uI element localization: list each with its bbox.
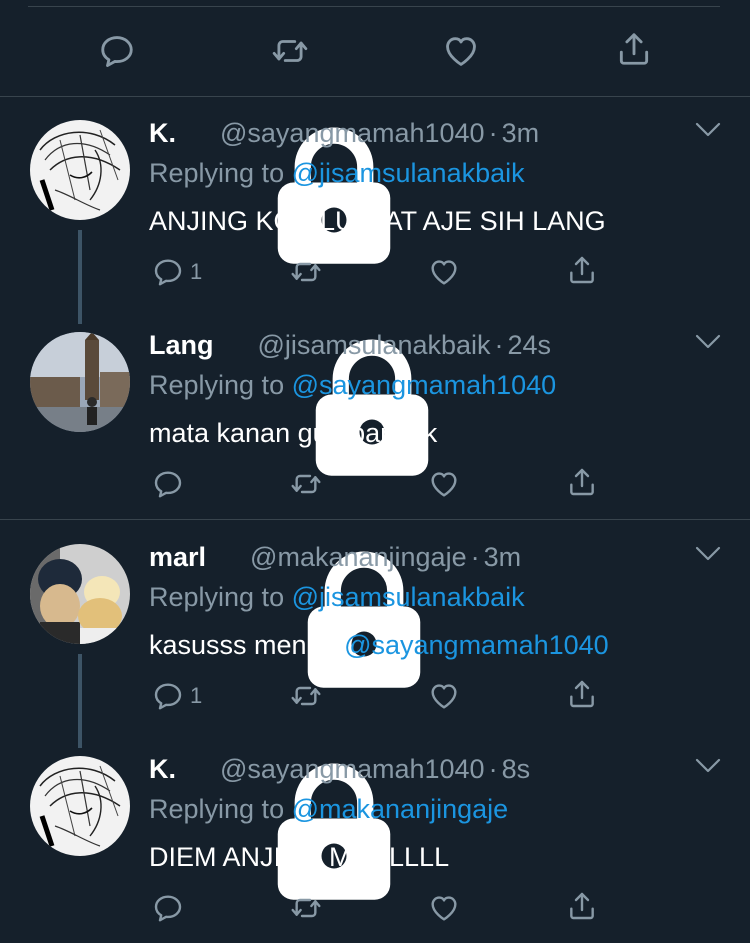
replying-to: Replying to @jisamsulanakbaik [149, 580, 525, 614]
divider [0, 96, 750, 97]
separator: · [494, 330, 504, 360]
mention-link[interactable]: @jisamsulanakbaik [292, 158, 525, 188]
handle[interactable]: @sayangmamah1040 [220, 116, 485, 150]
replying-to: Replying to @sayangmamah1040 [149, 368, 556, 402]
chevron-down-icon[interactable] [694, 120, 722, 140]
like-icon[interactable] [441, 32, 481, 70]
reply-icon[interactable] [98, 32, 136, 70]
reply-count: 1 [190, 683, 203, 708]
top-action-bar [0, 0, 750, 96]
separator: · [488, 118, 498, 148]
lock-icon [214, 544, 240, 570]
retweet-icon[interactable] [288, 680, 324, 712]
tweet-text-body: kasusss mennn [149, 630, 345, 660]
like-icon[interactable] [427, 256, 461, 288]
like-icon[interactable] [427, 468, 461, 500]
mention-link[interactable]: @jisamsulanakbaik [292, 582, 525, 612]
tweet[interactable]: Lang @jisamsulanakbaik · 24s Replying to… [0, 328, 750, 518]
lock-icon [184, 120, 210, 146]
reply-count: 1 [190, 259, 203, 284]
reply-icon[interactable] [152, 468, 184, 500]
display-name[interactable]: K. [149, 752, 176, 786]
retweet-icon[interactable] [288, 468, 324, 500]
avatar[interactable] [30, 544, 130, 644]
timestamp[interactable]: 24s [508, 328, 552, 362]
tweet-header: K. @sayangmamah1040 · 8s [149, 752, 530, 786]
display-name[interactable]: marl [149, 540, 206, 574]
tweet-text: mata kanan gua banyak [149, 416, 437, 450]
chevron-down-icon[interactable] [694, 756, 722, 776]
like-icon[interactable] [427, 892, 461, 924]
chevron-down-icon[interactable] [694, 544, 722, 564]
lock-icon [222, 332, 248, 358]
avatar[interactable] [30, 120, 130, 220]
avatar[interactable] [30, 332, 130, 432]
share-icon[interactable] [566, 890, 598, 922]
display-name[interactable]: Lang [149, 328, 214, 362]
mention-link[interactable]: @sayangmamah1040 [292, 370, 557, 400]
divider [0, 519, 750, 520]
reply-icon[interactable] [152, 892, 184, 924]
separator: · [488, 754, 498, 784]
avatar[interactable] [30, 756, 130, 856]
share-icon[interactable] [566, 678, 598, 710]
tweet-text: DIEM ANJING MARLLLL [149, 840, 449, 874]
lock-icon [184, 756, 210, 782]
reply-icon[interactable] [152, 680, 184, 712]
tweet-header: Lang @jisamsulanakbaik · 24s [149, 328, 551, 362]
handle[interactable]: @sayangmamah1040 [220, 752, 485, 786]
chevron-down-icon[interactable] [694, 332, 722, 352]
separator: · [470, 542, 480, 572]
handle[interactable]: @jisamsulanakbaik [258, 328, 491, 362]
tweet-text: ANJING KOK LU LIAT AJE SIH LANG [149, 204, 606, 238]
tweet-actions: 1 [0, 680, 750, 716]
tweet-header: marl @makananjingaje · 3m [149, 540, 521, 574]
mention-link[interactable]: @sayangmamah1040 [344, 630, 609, 660]
share-icon[interactable] [615, 30, 653, 68]
retweet-icon[interactable] [288, 892, 324, 924]
replying-to-label: Replying to [149, 794, 285, 824]
retweet-icon[interactable] [270, 32, 310, 70]
reply-icon[interactable] [152, 256, 184, 288]
tweet-actions: 1 [0, 256, 750, 292]
tweet-text-body: mata kanan gua banyak [149, 418, 438, 448]
timestamp[interactable]: 8s [502, 752, 531, 786]
share-icon[interactable] [566, 254, 598, 286]
tweet[interactable]: K. @sayangmamah1040 · 3m Replying to @ji… [0, 116, 750, 324]
replying-to-label: Replying to [149, 370, 285, 400]
tweet[interactable]: K. @sayangmamah1040 · 8s Replying to @ma… [0, 752, 750, 942]
replying-to: Replying to @jisamsulanakbaik [149, 156, 525, 190]
display-name[interactable]: K. [149, 116, 176, 150]
handle[interactable]: @makananjingaje [250, 540, 467, 574]
retweet-icon[interactable] [288, 256, 324, 288]
tweet[interactable]: marl @makananjingaje · 3m Replying to @j… [0, 540, 750, 748]
timestamp[interactable]: 3m [502, 116, 540, 150]
tweet-text: kasusss mennn @sayangmamah1040 [149, 628, 609, 662]
tweet-text-body: DIEM ANJING MARLLLL [149, 842, 450, 872]
tweet-text-body: ANJING KOK LU LIAT AJE SIH LANG [149, 206, 606, 236]
timestamp[interactable]: 3m [484, 540, 522, 574]
tweet-actions [0, 892, 750, 928]
divider [28, 6, 720, 7]
tweet-actions [0, 468, 750, 504]
replying-to: Replying to @makananjingaje [149, 792, 508, 826]
tweet-header: K. @sayangmamah1040 · 3m [149, 116, 539, 150]
like-icon[interactable] [427, 680, 461, 712]
mention-link[interactable]: @makananjingaje [292, 794, 509, 824]
replying-to-label: Replying to [149, 158, 285, 188]
replying-to-label: Replying to [149, 582, 285, 612]
share-icon[interactable] [566, 466, 598, 498]
